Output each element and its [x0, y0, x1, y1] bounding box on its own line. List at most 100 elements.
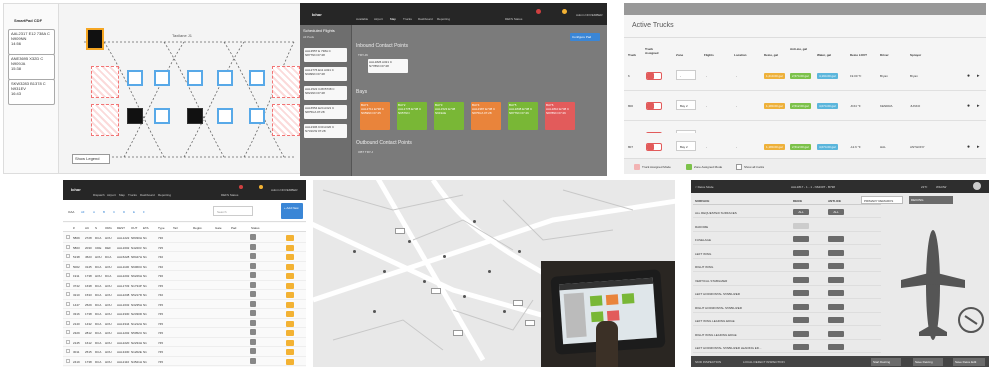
status-button[interactable]	[286, 282, 294, 289]
antiice-toggle[interactable]	[828, 290, 844, 296]
nav-available[interactable]: Available	[356, 17, 368, 21]
stand-square[interactable]	[249, 70, 265, 86]
row-checkbox[interactable]	[66, 349, 70, 353]
bay-card[interactable]: BAY2 AAL1778 E738 C N957NN	[397, 102, 427, 130]
local-defect[interactable]: LOCAL DEFECT INSPECTION	[743, 360, 785, 364]
truck-row[interactable]: 807 Bay 2 - - 1,180.00 gal 2,512.00 gal …	[624, 133, 986, 157]
table-row[interactable]: 2329 2812 DCA HOU AAL1202 N5052U N1 745	[63, 328, 306, 338]
row-checkbox[interactable]	[66, 301, 70, 306]
surface-row[interactable]: LEFT HORIZONTAL STABILIZER LEADING ED...	[693, 342, 881, 353]
map-tag[interactable]	[453, 330, 463, 336]
deice-toggle[interactable]	[793, 303, 809, 310]
map-tag[interactable]	[513, 300, 523, 306]
antiice-toggle[interactable]	[828, 249, 844, 256]
filter-all[interactable]: All	[81, 210, 84, 214]
antiice-toggle[interactable]	[828, 236, 844, 242]
table-row[interactable]: 2419 1738 DCA HOU AAL2110 N4521H N1 745	[63, 357, 306, 366]
zone-select[interactable]: Bay 2	[676, 100, 696, 110]
status-button[interactable]	[286, 263, 294, 270]
nav-reporting[interactable]: Reporting	[437, 17, 450, 21]
eye-icon[interactable]: ●	[967, 103, 970, 109]
add-new-button[interactable]: + Add New	[281, 203, 303, 219]
nav-dashboard[interactable]: Dashboard	[140, 193, 155, 197]
more-icon[interactable]: ▸	[977, 144, 980, 150]
deice-toggle[interactable]	[793, 344, 809, 350]
flight-card[interactable]: AAL3557 E 738A C N877NN 07:28	[304, 48, 347, 62]
more-icon[interactable]: ▸	[977, 73, 980, 79]
status-button[interactable]	[286, 339, 294, 346]
nav-airport[interactable]: Airport	[374, 17, 383, 21]
status-button[interactable]	[286, 349, 294, 355]
table-row[interactable]: 3210 1533 DCA HOU AAL2238 N5217D N1 740	[63, 290, 306, 300]
search-input[interactable]: Search	[213, 206, 253, 216]
doc-icon[interactable]	[250, 281, 256, 288]
table-row[interactable]: 3742 1638 DCA HOU AAL1733 N1734P N1 745	[63, 281, 306, 290]
alert-icon[interactable]	[536, 9, 541, 14]
surface-row[interactable]: RIGHT WING LEADING EDGE	[693, 329, 881, 340]
doc-icon[interactable]	[250, 357, 256, 364]
deicing-button[interactable]: DEICING	[909, 196, 953, 204]
doc-icon[interactable]	[250, 262, 256, 269]
map-marker[interactable]	[353, 250, 356, 253]
surface-row[interactable]: VERTICAL STABILIZER	[693, 275, 881, 286]
map-marker[interactable]	[423, 280, 426, 283]
flight-card[interactable]: AAL2306 K30 A320 C N731UW 07:28	[304, 124, 347, 138]
map-marker[interactable]	[503, 310, 506, 313]
stand-square[interactable]	[154, 108, 170, 124]
surface-row[interactable]: LEFT WING	[693, 248, 881, 259]
deice-toggle[interactable]	[793, 249, 809, 256]
deice-toggle[interactable]	[793, 290, 809, 296]
assigned-toggle[interactable]	[646, 72, 662, 80]
status-button[interactable]	[286, 358, 294, 365]
status-button[interactable]	[286, 301, 294, 308]
flight-card[interactable]: AAL1522 C28 B738 C N821NN 07:28	[304, 86, 347, 100]
map-marker[interactable]	[383, 270, 386, 273]
doc-icon[interactable]	[250, 319, 256, 326]
flight-card[interactable]: AAL6554 E24 A321 C N875UA 07:28	[304, 105, 347, 119]
flight-card[interactable]: AAL2776 E11 A321 C N909NN 07:28	[304, 67, 347, 81]
antiice-toggle[interactable]	[828, 263, 844, 269]
map-tag[interactable]	[395, 228, 405, 234]
bay-card[interactable]: BAY5 AAL1838 E738 C N877NN 07:26	[508, 102, 538, 130]
more-icon[interactable]: ▸	[977, 103, 980, 109]
eye-icon[interactable]: ●	[967, 144, 970, 150]
map-marker[interactable]	[518, 250, 521, 253]
filter-c[interactable]: C	[113, 210, 115, 214]
bay-card[interactable]: BAY4 AAL2387 E738 C N875UA 07:28	[471, 102, 501, 130]
table-row[interactable]: 2140 1432 DCA HOU AAL3344 N1212H N1 745	[63, 319, 306, 328]
doc-icon[interactable]	[250, 329, 256, 335]
zone-select[interactable]: -	[676, 70, 696, 80]
nav-map[interactable]: Map	[119, 193, 125, 197]
deice-toggle[interactable]: ALL	[793, 209, 809, 215]
inbound-flight-card[interactable]: AAL1826 A321 C N778NN 07:28	[368, 59, 408, 73]
filter-a[interactable]: A	[93, 210, 95, 214]
doc-icon[interactable]	[250, 310, 256, 316]
status-button[interactable]	[286, 320, 294, 327]
antiice-toggle[interactable]: ALL	[828, 209, 844, 215]
doc-icon[interactable]	[250, 348, 256, 354]
map-marker[interactable]	[443, 255, 446, 258]
status-button[interactable]	[286, 254, 294, 260]
bay-card[interactable]: BAY3 AAL1523 E738 N919AE	[434, 102, 464, 130]
row-checkbox[interactable]	[66, 358, 70, 363]
surface-row[interactable]: ALL REQUESTED SURFACES ALL ALL	[693, 207, 881, 218]
row-checkbox[interactable]	[66, 339, 70, 344]
user-menu[interactable]: Admin NOVEMBER	[576, 13, 603, 17]
antiice-toggle[interactable]	[828, 303, 844, 310]
surface-row[interactable]: RADOME	[693, 221, 881, 232]
antiice-toggle[interactable]	[828, 330, 844, 337]
status-button[interactable]	[286, 292, 294, 298]
doc-icon[interactable]	[250, 338, 256, 345]
doc-icon[interactable]	[250, 243, 256, 250]
row-checkbox[interactable]	[66, 263, 70, 268]
antiice-toggle[interactable]	[828, 344, 844, 350]
primary-remarks-button[interactable]: PRIMARY REMARKS	[861, 196, 903, 204]
row-checkbox[interactable]	[66, 292, 70, 296]
save-edit-button[interactable]: Save Deice Edit	[953, 358, 985, 366]
table-row[interactable]: 2145 1612 DCA HOU AAL2220 N2234H N1 745	[63, 338, 306, 347]
row-checkbox[interactable]	[66, 235, 70, 239]
truck-row[interactable]: 6 - - - 1,210.00 gal 2,574.00 gal 4,194.…	[624, 61, 986, 91]
assigned-toggle[interactable]	[646, 143, 662, 151]
map-marker[interactable]	[373, 310, 376, 313]
antiice-toggle[interactable]	[828, 276, 844, 283]
